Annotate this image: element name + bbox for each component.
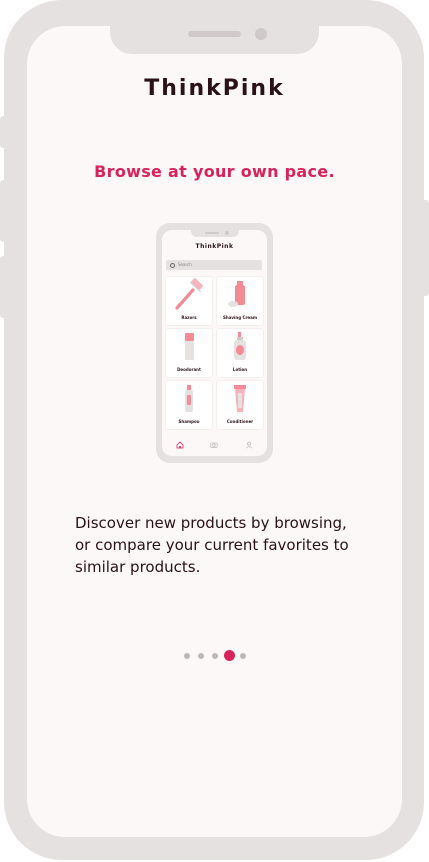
- preview-notch: [191, 230, 239, 237]
- shaving-cream-icon: [228, 281, 245, 307]
- app-preview-illustration: ThinkPink Search Razors Shaving Cream De…: [156, 223, 273, 463]
- category-label: Shaving Cream: [223, 315, 257, 320]
- description-line: Discover new products by browsing,: [75, 514, 347, 532]
- profile-icon: [245, 441, 253, 449]
- camera-icon: [210, 442, 218, 448]
- app-title: ThinkPink: [144, 76, 285, 101]
- category-tile-shampoo: Shampoo: [166, 381, 212, 429]
- description-line: similar products.: [75, 558, 201, 576]
- page-dot-4-active[interactable]: [224, 650, 235, 661]
- page-dot-1[interactable]: [184, 653, 190, 659]
- category-label: Razors: [181, 315, 197, 320]
- razor-icon: [175, 278, 203, 310]
- preview-search-bar: Search: [166, 260, 262, 270]
- search-icon: [170, 263, 175, 268]
- preview-screen: ThinkPink Search Razors Shaving Cream De…: [162, 230, 267, 456]
- page-dot-2[interactable]: [198, 653, 204, 659]
- category-tile-conditioner: Conditioner: [217, 381, 263, 429]
- onboarding-description: Discover new products by browsing, or co…: [75, 512, 365, 578]
- volume-up-button: [0, 180, 8, 242]
- category-label: Deodorant: [177, 367, 201, 372]
- category-tile-shaving-cream: Shaving Cream: [217, 277, 263, 325]
- category-tile-deodorant: Deodorant: [166, 329, 212, 377]
- page-dot-5[interactable]: [240, 653, 246, 659]
- description-line: or compare your current favorites to: [75, 536, 349, 554]
- conditioner-icon: [234, 385, 246, 412]
- category-label: Conditioner: [226, 419, 254, 424]
- preview-search-placeholder: Search: [178, 262, 192, 267]
- shampoo-icon: [185, 385, 193, 412]
- front-camera: [255, 28, 267, 40]
- preview-title: ThinkPink: [195, 243, 234, 250]
- lotion-icon: [234, 332, 246, 360]
- deodorant-icon: [185, 333, 194, 360]
- page-indicator: [0, 650, 429, 662]
- category-tile-lotion: Lotion: [217, 329, 263, 377]
- preview-bottom-nav: [162, 435, 267, 456]
- onboarding-heading: Browse at your own pace.: [94, 162, 335, 181]
- speaker-grille: [188, 31, 241, 37]
- page-dot-3[interactable]: [212, 653, 218, 659]
- category-label: Lotion: [232, 367, 248, 372]
- category-tile-razors: Razors: [166, 277, 212, 325]
- mute-switch: [0, 116, 8, 148]
- volume-down-button: [0, 256, 8, 318]
- power-button: [421, 200, 429, 296]
- home-icon: [176, 441, 184, 449]
- category-label: Shampoo: [178, 419, 200, 424]
